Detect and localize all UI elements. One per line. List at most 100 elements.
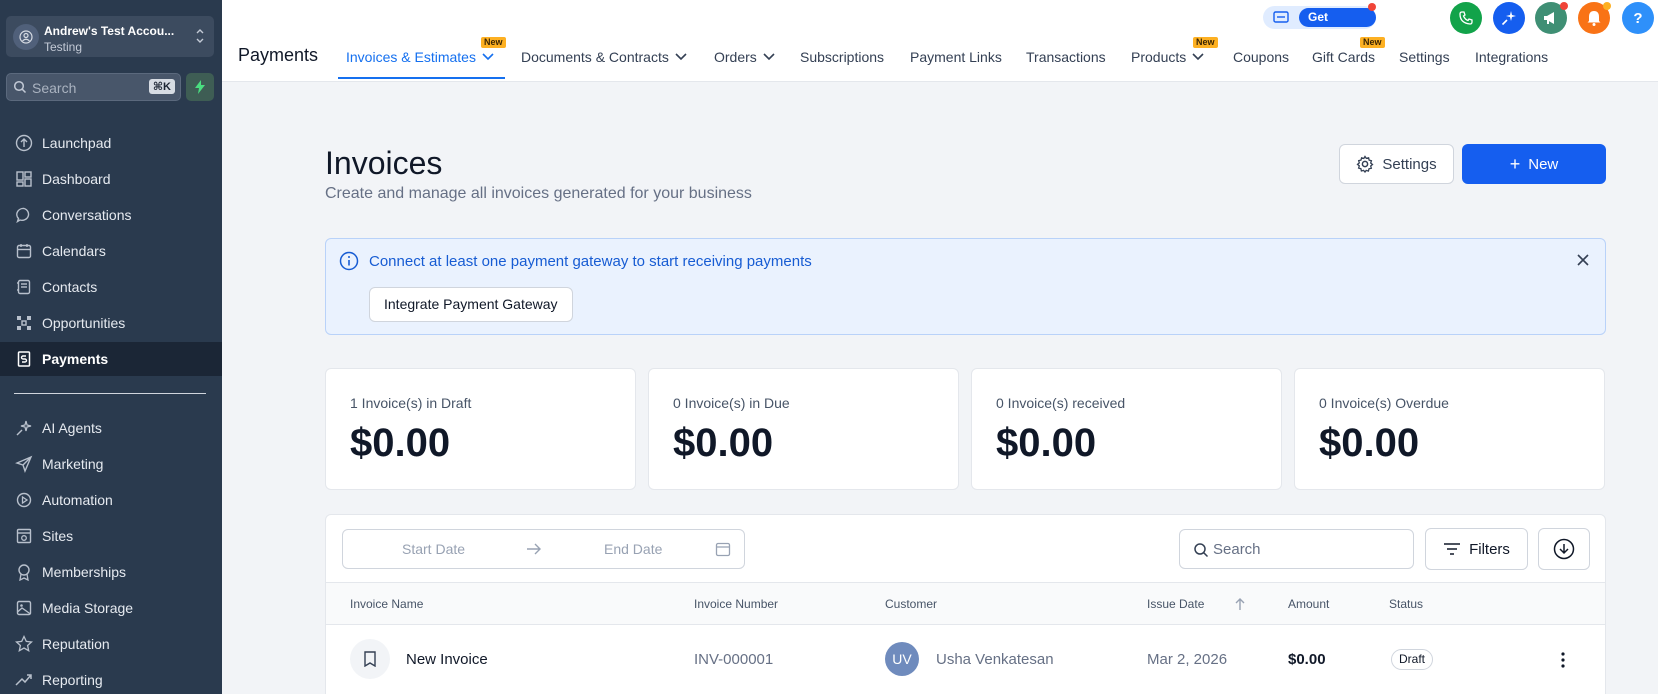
tab-transactions[interactable]: Transactions [1026, 49, 1106, 65]
image-icon [14, 598, 34, 618]
get-started-button[interactable]: Get Started [1263, 3, 1376, 43]
column-header-status[interactable]: Status [1389, 597, 1423, 611]
settings-button[interactable]: Settings [1339, 144, 1454, 184]
column-header-amount[interactable]: Amount [1288, 597, 1329, 611]
column-header-customer[interactable]: Customer [885, 597, 937, 611]
tab-invoices-estimates[interactable]: Invoices & Estimates [346, 49, 494, 65]
sidebar-item-launchpad[interactable]: Launchpad [0, 126, 222, 160]
calendar-icon [715, 542, 731, 557]
tab-integrations[interactable]: Integrations [1475, 49, 1548, 65]
new-invoice-button[interactable]: + New [1462, 144, 1606, 184]
tab-products[interactable]: Products [1131, 49, 1204, 65]
sidebar-item-payments[interactable]: Payments [0, 342, 222, 376]
tab-documents-contracts[interactable]: Documents & Contracts [521, 49, 687, 65]
sidebar-item-memberships[interactable]: Memberships [0, 555, 222, 589]
tab-subscriptions[interactable]: Subscriptions [800, 49, 884, 65]
sidebar-item-marketing[interactable]: Marketing [0, 447, 222, 481]
stat-label: 0 Invoice(s) received [996, 395, 1126, 411]
stat-card-received: 0 Invoice(s) received $0.00 [971, 368, 1282, 490]
new-badge: New [1193, 37, 1218, 48]
chevron-down-icon [482, 53, 494, 61]
tab-coupons[interactable]: Coupons [1233, 49, 1289, 65]
contacts-icon [14, 277, 34, 297]
sidebar-search-input[interactable]: Search ⌘K [6, 73, 181, 101]
sites-icon [14, 526, 34, 546]
tab-payment-links[interactable]: Payment Links [910, 49, 1002, 65]
sidebar-item-reputation[interactable]: Reputation [0, 627, 222, 661]
column-header-invoice-name[interactable]: Invoice Name [350, 597, 423, 611]
sparkle-icon [14, 418, 34, 438]
membership-icon [14, 562, 34, 582]
help-button[interactable]: ? [1622, 2, 1654, 34]
announcements-button[interactable] [1535, 2, 1568, 34]
tab-settings[interactable]: Settings [1399, 49, 1450, 65]
notifications-button[interactable] [1578, 2, 1611, 34]
account-switcher[interactable]: Andrew's Test Accou... Testing [6, 16, 214, 57]
status-badge: Draft [1391, 649, 1434, 670]
tab-gift-cards[interactable]: Gift Cards [1312, 49, 1375, 65]
stat-card-draft: 1 Invoice(s) in Draft $0.00 [325, 368, 636, 490]
chevron-down-icon [763, 53, 775, 61]
gear-icon [1356, 155, 1374, 173]
sidebar-item-label: Marketing [42, 456, 104, 472]
stat-card-overdue: 0 Invoice(s) Overdue $0.00 [1294, 368, 1605, 490]
search-icon [13, 80, 27, 94]
amount: $0.00 [1288, 651, 1326, 668]
quick-actions-button[interactable] [186, 73, 214, 101]
chevron-down-icon [1192, 53, 1204, 61]
phone-button[interactable] [1450, 2, 1482, 34]
tab-label: Documents & Contracts [521, 49, 669, 65]
search-shortcut-badge: ⌘K [148, 79, 175, 94]
sidebar-item-label: Dashboard [42, 171, 111, 187]
stat-label: 1 Invoice(s) in Draft [350, 395, 472, 411]
sidebar-item-media-storage[interactable]: Media Storage [0, 591, 222, 625]
close-icon[interactable] [1576, 253, 1590, 267]
payment-gateway-alert: Connect at least one payment gateway to … [325, 238, 1606, 335]
chat-icon [14, 205, 34, 225]
customer-name: Usha Venkatesan [936, 651, 1054, 668]
sidebar-item-ai-agents[interactable]: AI Agents [0, 411, 222, 445]
stat-value: $0.00 [996, 421, 1097, 465]
sidebar-item-label: Opportunities [42, 315, 126, 331]
tab-label: Transactions [1026, 49, 1106, 65]
sidebar-item-calendars[interactable]: Calendars [0, 234, 222, 268]
tab-label: Subscriptions [800, 49, 885, 65]
stat-value: $0.00 [673, 421, 774, 465]
tab-label: Orders [714, 49, 757, 65]
column-header-invoice-number[interactable]: Invoice Number [694, 597, 778, 611]
new-badge: New [481, 37, 506, 48]
tab-label: Integrations [1475, 49, 1549, 65]
invoice-number: INV-000001 [694, 651, 774, 668]
sidebar-item-contacts[interactable]: Contacts [0, 270, 222, 304]
table-search-input[interactable]: Search [1179, 529, 1414, 569]
notification-dot [1603, 2, 1611, 10]
sidebar-item-dashboard[interactable]: Dashboard [0, 162, 222, 196]
date-range-picker[interactable]: Start Date End Date [342, 529, 745, 569]
star-icon [14, 634, 34, 654]
sort-ascending-icon[interactable] [1234, 597, 1246, 611]
filters-button[interactable]: Filters [1425, 528, 1528, 570]
sidebar-item-label: Media Storage [42, 600, 134, 616]
download-button[interactable] [1538, 528, 1590, 570]
sidebar-item-sites[interactable]: Sites [0, 519, 222, 553]
integrate-gateway-button[interactable]: Integrate Payment Gateway [369, 287, 573, 322]
sidebar-item-reporting[interactable]: Reporting [0, 663, 222, 694]
table-row[interactable]: New Invoice INV-000001 UV Usha Venkatesa… [326, 625, 1605, 694]
lightning-icon [195, 80, 205, 94]
tab-label: Coupons [1233, 49, 1290, 65]
row-actions-button[interactable] [1553, 649, 1573, 671]
chevron-updown-icon [196, 29, 204, 43]
settings-button-label: Settings [1382, 155, 1437, 173]
tab-orders[interactable]: Orders [714, 49, 775, 65]
active-tab-indicator [338, 77, 505, 79]
ai-assistant-button[interactable] [1493, 2, 1525, 34]
get-started-label: Get Started [1299, 8, 1376, 43]
sidebar-item-automation[interactable]: Automation [0, 483, 222, 517]
invoice-name[interactable]: New Invoice [406, 651, 488, 668]
sidebar-item-opportunities[interactable]: Opportunities [0, 306, 222, 340]
trend-icon [14, 670, 34, 690]
table-header: Invoice Name Invoice Number Customer Iss… [326, 582, 1605, 625]
column-header-issue-date[interactable]: Issue Date [1147, 597, 1246, 611]
sidebar-item-conversations[interactable]: Conversations [0, 198, 222, 232]
bell-icon [1587, 11, 1601, 26]
